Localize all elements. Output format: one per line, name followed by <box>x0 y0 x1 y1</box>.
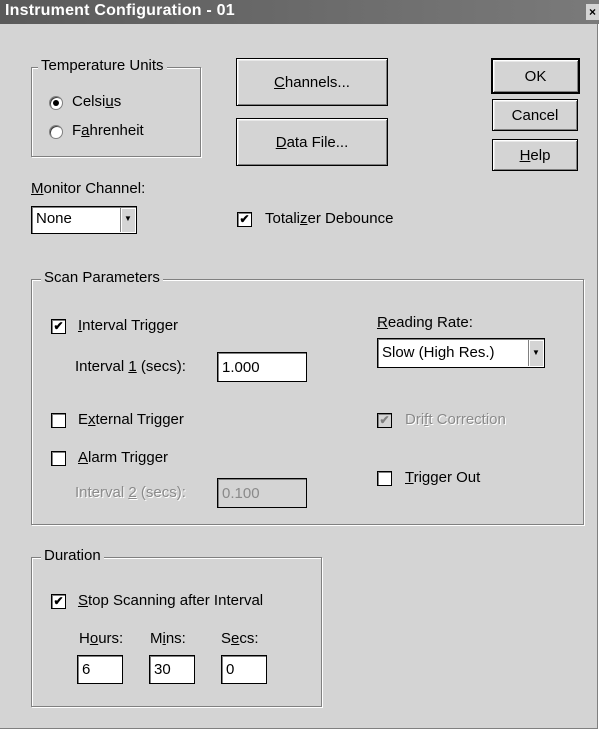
data-file-button[interactable]: Data File... <box>236 118 388 166</box>
stop-scanning-checkbox[interactable]: ✔ <box>51 594 66 609</box>
cancel-button-label: Cancel <box>511 106 559 124</box>
title-bar[interactable]: Instrument Configuration - 01 × <box>0 0 599 24</box>
interval-2-label: Interval 2 (secs): <box>75 484 186 501</box>
celsius-label[interactable]: Celsius <box>72 93 121 110</box>
monitor-channel-select[interactable]: None ▼ <box>31 206 137 234</box>
trigger-out-label[interactable]: Trigger Out <box>405 469 480 486</box>
stop-scanning-label[interactable]: Stop Scanning after Interval <box>78 592 263 609</box>
totalizer-debounce-checkbox[interactable]: ✔ <box>237 212 252 227</box>
channels-button[interactable]: Channels... <box>236 58 388 106</box>
fahrenheit-label[interactable]: Fahrenheit <box>72 122 144 139</box>
mins-label: Mins: <box>150 630 186 647</box>
help-button[interactable]: Help <box>492 139 578 171</box>
external-trigger-checkbox[interactable] <box>51 413 66 428</box>
mins-input[interactable]: 30 <box>149 655 195 684</box>
reading-rate-value: Slow (High Res.) <box>382 344 495 361</box>
interval-2-input: 0.100 <box>217 478 307 508</box>
ok-button[interactable]: OK <box>491 58 580 94</box>
totalizer-debounce-label[interactable]: Totalizer Debounce <box>265 210 393 227</box>
temperature-units-group <box>31 67 201 157</box>
dropdown-arrow-icon[interactable]: ▼ <box>120 208 135 232</box>
hours-input[interactable]: 6 <box>77 655 123 684</box>
interval-2-value: 0.100 <box>222 484 260 502</box>
external-trigger-label[interactable]: External Trigger <box>78 411 184 428</box>
celsius-radio[interactable] <box>49 96 63 110</box>
interval-1-label: Interval 1 (secs): <box>75 358 186 375</box>
radio-selected-dot <box>53 100 59 106</box>
mins-value: 30 <box>154 661 171 678</box>
temperature-units-legend: Temperature Units <box>38 57 167 74</box>
alarm-trigger-label[interactable]: Alarm Trigger <box>78 449 168 466</box>
help-button-label: Help <box>519 146 551 164</box>
close-icon[interactable]: × <box>586 4 599 20</box>
fahrenheit-radio[interactable] <box>49 125 63 139</box>
hours-value: 6 <box>82 661 91 678</box>
reading-rate-label: Reading Rate: <box>377 314 473 331</box>
interval-1-value: 1.000 <box>222 358 260 376</box>
alarm-trigger-checkbox[interactable] <box>51 451 66 466</box>
secs-label: Secs: <box>221 630 259 647</box>
drift-correction-label: Drift Correction <box>405 411 506 428</box>
channels-button-label: Channels... <box>274 73 350 91</box>
drift-correction-checkbox: ✔ <box>377 413 392 428</box>
window-title: Instrument Configuration - 01 <box>5 2 235 19</box>
scan-parameters-legend: Scan Parameters <box>41 269 163 286</box>
data-file-button-label: Data File... <box>275 133 349 151</box>
monitor-channel-value: None <box>36 210 72 227</box>
ok-button-label: OK <box>524 67 547 85</box>
secs-input[interactable]: 0 <box>221 655 267 684</box>
cancel-button[interactable]: Cancel <box>492 99 578 131</box>
monitor-channel-label: Monitor Channel: <box>31 180 146 197</box>
interval-trigger-checkbox[interactable]: ✔ <box>51 319 66 334</box>
hours-label: Hours: <box>79 630 124 647</box>
duration-legend: Duration <box>41 547 104 564</box>
interval-trigger-label[interactable]: Interval Trigger <box>78 317 178 334</box>
dropdown-arrow-icon[interactable]: ▼ <box>528 340 543 366</box>
interval-1-input[interactable]: 1.000 <box>217 352 307 382</box>
secs-value: 0 <box>226 661 235 678</box>
reading-rate-select[interactable]: Slow (High Res.) ▼ <box>377 338 545 368</box>
trigger-out-checkbox[interactable] <box>377 471 392 486</box>
instrument-configuration-dialog: Instrument Configuration - 01 × Temperat… <box>0 0 599 729</box>
